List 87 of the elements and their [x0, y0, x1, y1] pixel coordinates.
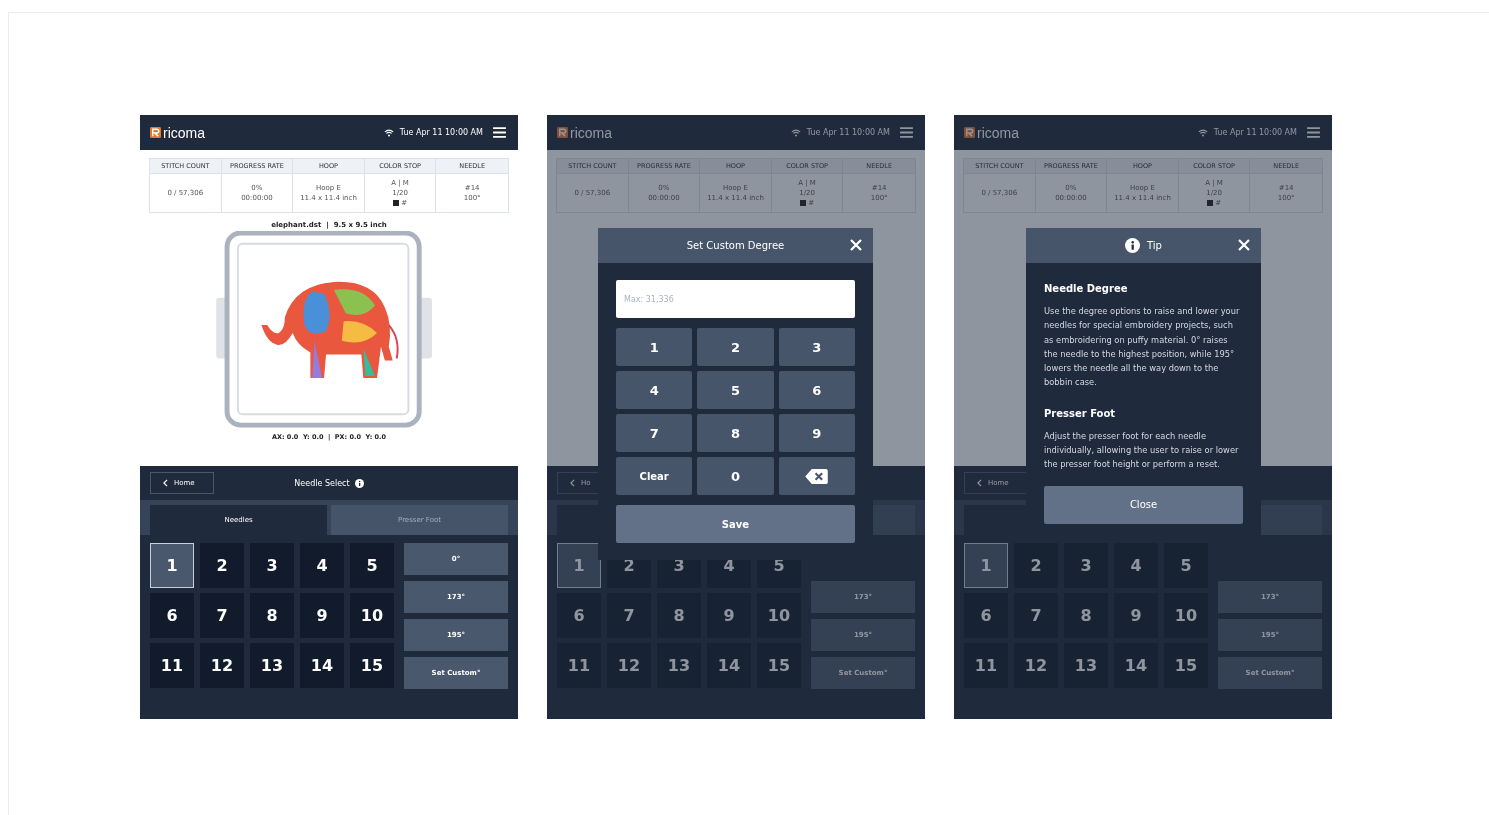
- needle-button[interactable]: 8: [657, 593, 701, 638]
- page-title: Needle Select: [294, 478, 350, 488]
- needle-button[interactable]: 10: [350, 593, 394, 638]
- close-icon[interactable]: [850, 239, 862, 251]
- needle-button[interactable]: 7: [607, 593, 651, 638]
- needle-button[interactable]: 1: [557, 543, 601, 588]
- needle-button[interactable]: 8: [1064, 593, 1108, 638]
- needle-button[interactable]: 11: [557, 643, 601, 688]
- needle-button[interactable]: 7: [1014, 593, 1058, 638]
- digit-key[interactable]: 1: [616, 328, 693, 366]
- section-heading: Needle Degree: [1044, 283, 1129, 294]
- dialog-title: Tip: [1147, 240, 1162, 251]
- needle-button[interactable]: 9: [1114, 593, 1158, 638]
- needle-button[interactable]: 4: [1114, 543, 1158, 588]
- wifi-icon: [790, 128, 801, 137]
- wifi-icon: [383, 128, 394, 137]
- needle-button[interactable]: 3: [250, 543, 294, 588]
- tip-paragraph: Adjust the presser foot for each needle individually, allowing the user to raise or lower the presser foot height or perform a reset.: [1044, 429, 1240, 472]
- logo-text: ricoma: [570, 124, 612, 141]
- needle-button[interactable]: 15: [757, 643, 801, 688]
- needle-button[interactable]: 4: [300, 543, 344, 588]
- close-button[interactable]: Close: [1044, 485, 1243, 524]
- date-time: Tue Apr 11 10:00 AM: [806, 128, 890, 137]
- digit-key[interactable]: 0: [697, 457, 774, 495]
- needle-button[interactable]: 6: [150, 593, 194, 638]
- date-time: Tue Apr 11 10:00 AM: [1213, 128, 1297, 137]
- backspace-icon: [805, 468, 829, 484]
- needle-button[interactable]: 15: [1164, 643, 1208, 688]
- menu-icon[interactable]: [493, 127, 506, 138]
- needle-button[interactable]: 2: [200, 543, 244, 588]
- needle-button[interactable]: 5: [1164, 543, 1208, 588]
- close-icon[interactable]: [1238, 239, 1250, 251]
- save-button[interactable]: Save: [616, 505, 855, 543]
- needle-button[interactable]: 3: [1064, 543, 1108, 588]
- info-icon: [1125, 238, 1141, 253]
- digit-key[interactable]: 9: [778, 414, 855, 452]
- color-swatch: [1207, 200, 1214, 206]
- degree-input-field[interactable]: Max: 31,336: [616, 280, 855, 318]
- needle-button[interactable]: 12: [200, 643, 244, 688]
- needle-button[interactable]: 1: [150, 543, 194, 588]
- color-swatch: [393, 200, 400, 206]
- digit-key[interactable]: 7: [616, 414, 693, 452]
- needle-button[interactable]: 13: [1064, 643, 1108, 688]
- needle-button[interactable]: 9: [707, 593, 751, 638]
- color-swatch: [800, 200, 807, 206]
- dialog-title: Set Custom Degree: [686, 240, 785, 251]
- needle-button[interactable]: 12: [607, 643, 651, 688]
- wifi-icon: [1197, 128, 1208, 137]
- needle-button[interactable]: 6: [964, 593, 1008, 638]
- needle-button[interactable]: 1: [964, 543, 1008, 588]
- needle-button[interactable]: 13: [250, 643, 294, 688]
- needle-button[interactable]: 7: [200, 593, 244, 638]
- needle-button[interactable]: 8: [250, 593, 294, 638]
- needle-button[interactable]: 14: [300, 643, 344, 688]
- needle-button[interactable]: 11: [964, 643, 1008, 688]
- needle-button[interactable]: 6: [557, 593, 601, 638]
- logo-icon: [964, 127, 975, 138]
- chevron-left-icon: [977, 479, 982, 487]
- logo-text: ricoma: [163, 124, 205, 141]
- section-heading: Presser Foot: [1044, 407, 1117, 419]
- clear-key[interactable]: Clear: [616, 457, 693, 495]
- needle-button[interactable]: 13: [657, 643, 701, 688]
- tip-paragraph: Use the degree options to raise and lower your needles for special embroidery projects, such as embroidering on puffy material. 0° raises the needle to the highest position, while 195° lowers the needle all the way down to the bobbin case.: [1044, 305, 1241, 390]
- needle-button[interactable]: 11: [150, 643, 194, 688]
- digit-key[interactable]: 3: [778, 328, 855, 366]
- chevron-left-icon: [163, 479, 168, 487]
- needle-button[interactable]: 12: [1014, 643, 1058, 688]
- needle-button[interactable]: 2: [1014, 543, 1058, 588]
- needle-button[interactable]: 5: [350, 543, 394, 588]
- needle-button[interactable]: 15: [350, 643, 394, 688]
- digit-key[interactable]: 2: [697, 328, 774, 366]
- digit-key[interactable]: 5: [697, 371, 774, 409]
- needle-button[interactable]: 14: [707, 643, 751, 688]
- needle-button[interactable]: 10: [757, 593, 801, 638]
- digit-key[interactable]: 4: [616, 371, 693, 409]
- chevron-left-icon: [570, 479, 575, 487]
- backspace-key[interactable]: [778, 457, 855, 495]
- logo-icon: [557, 127, 568, 138]
- logo-icon: [150, 127, 161, 138]
- date-time: Tue Apr 11 10:00 AM: [399, 128, 483, 137]
- logo-text: ricoma: [977, 124, 1019, 141]
- needle-button[interactable]: 10: [1164, 593, 1208, 638]
- info-icon: [354, 478, 364, 488]
- needle-button[interactable]: 14: [1114, 643, 1158, 688]
- digit-key[interactable]: 8: [697, 414, 774, 452]
- digit-key[interactable]: 6: [778, 371, 855, 409]
- needle-button[interactable]: 9: [300, 593, 344, 638]
